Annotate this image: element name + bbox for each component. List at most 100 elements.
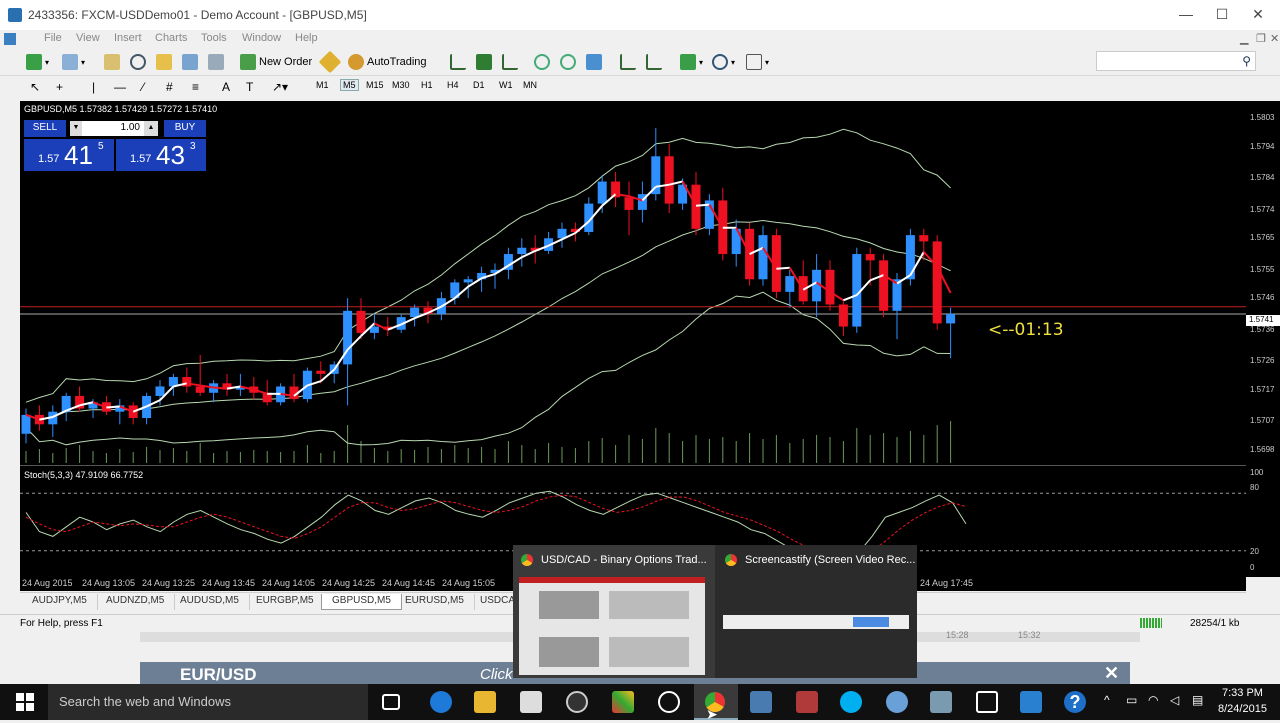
price-chart[interactable]: GBPUSD,M5 1.57382 1.57429 1.57272 1.5741… xyxy=(20,101,1246,465)
dropdown-arrow-icon[interactable]: ▾ xyxy=(765,58,769,67)
network-app-icon[interactable] xyxy=(886,691,908,713)
child-restore-icon[interactable]: ❐ xyxy=(1256,32,1266,45)
sell-button[interactable]: SELL xyxy=(24,120,66,137)
crosshair-icon[interactable]: + xyxy=(56,80,63,94)
computer-icon[interactable] xyxy=(1020,691,1042,713)
dropdown-arrow-icon[interactable]: ▾ xyxy=(699,58,703,67)
store-icon[interactable] xyxy=(520,691,542,713)
price-scale[interactable]: 1.5803 1.5794 1.5784 1.5774 1.5765 1.5755 1.57… xyxy=(1246,101,1280,577)
clock-date[interactable]: 8/24/2015 xyxy=(1218,703,1267,715)
tile-windows-icon[interactable] xyxy=(586,54,602,70)
battery-icon[interactable]: ▭ xyxy=(1126,693,1137,707)
menu-insert[interactable]: Insert xyxy=(114,32,142,44)
tf-m1[interactable]: M1 xyxy=(316,80,329,90)
clock-time[interactable]: 7:33 PM xyxy=(1222,687,1263,699)
buy-button[interactable]: BUY xyxy=(164,120,206,137)
templates-icon[interactable] xyxy=(746,54,762,70)
metaeditor-icon[interactable] xyxy=(318,50,342,74)
tf-h1[interactable]: H1 xyxy=(421,80,433,90)
arrows-icon[interactable]: ↗▾ xyxy=(272,80,288,94)
lot-size-input[interactable]: 1.00 xyxy=(82,121,144,136)
zoom-in-icon[interactable] xyxy=(534,54,550,70)
dropdown-arrow-icon[interactable]: ▾ xyxy=(731,58,735,67)
autoscroll-icon[interactable] xyxy=(646,54,662,70)
new-chart-icon[interactable] xyxy=(26,54,42,70)
task-view-icon[interactable] xyxy=(382,694,400,710)
tf-mn[interactable]: MN xyxy=(523,80,537,90)
device-icon[interactable] xyxy=(976,691,998,713)
start-icon[interactable] xyxy=(16,693,34,711)
tab-audnzd[interactable]: AUDNZD,M5 xyxy=(96,594,176,610)
candlestick-icon[interactable] xyxy=(476,54,492,70)
notifications-icon[interactable]: ▤ xyxy=(1192,693,1203,707)
wifi-icon[interactable]: ◠ xyxy=(1148,693,1158,707)
app-icon[interactable] xyxy=(612,691,634,713)
bid-price-box[interactable]: 1.57 41 5 xyxy=(24,139,114,171)
thumbnail-screencastify[interactable]: Screencastify (Screen Video Rec... xyxy=(715,545,917,678)
periods-icon[interactable] xyxy=(712,54,728,70)
navigator-icon[interactable] xyxy=(156,54,172,70)
terminal-icon[interactable] xyxy=(182,54,198,70)
taskbar-search-box[interactable]: Search the web and Windows xyxy=(48,684,368,720)
dropdown-arrow-icon[interactable]: ▾ xyxy=(81,58,85,67)
tab-eurgbp[interactable]: EURGBP,M5 xyxy=(246,594,325,610)
thumbnail-binary-options[interactable]: USD/CAD - Binary Options Trad... xyxy=(513,545,715,678)
minimize-button[interactable]: — xyxy=(1176,6,1196,22)
volume-icon[interactable]: ◁ xyxy=(1170,693,1179,707)
profiles-icon[interactable] xyxy=(62,54,78,70)
help-icon[interactable]: ? xyxy=(1064,691,1086,713)
bar-chart-icon[interactable] xyxy=(450,54,466,70)
tf-m30[interactable]: M30 xyxy=(392,80,410,90)
tf-m5[interactable]: M5 xyxy=(340,79,359,91)
chart-shift-icon[interactable] xyxy=(620,54,636,70)
menu-tools[interactable]: Tools xyxy=(201,32,227,44)
child-close-icon[interactable]: ✕ xyxy=(1270,32,1279,45)
file-explorer-icon[interactable] xyxy=(474,691,496,713)
tf-w1[interactable]: W1 xyxy=(499,80,513,90)
text-label-icon[interactable]: T xyxy=(246,80,253,94)
tf-m15[interactable]: M15 xyxy=(366,80,384,90)
channel-icon[interactable]: # xyxy=(166,80,173,94)
tab-gbpusd[interactable]: GBPUSD,M5 xyxy=(321,594,402,610)
maximize-button[interactable]: ☐ xyxy=(1212,6,1232,23)
lot-decrease-icon[interactable]: ▼ xyxy=(70,121,82,136)
autotrading-button[interactable]: AutoTrading xyxy=(348,53,427,71)
dropdown-arrow-icon[interactable]: ▾ xyxy=(45,58,49,67)
tab-eurusd[interactable]: EURUSD,M5 xyxy=(395,594,475,610)
fibonacci-icon[interactable]: ≡ xyxy=(192,80,199,94)
data-window-icon[interactable] xyxy=(130,54,146,70)
close-window-button[interactable]: ✕ xyxy=(1248,6,1268,23)
tools-icon[interactable] xyxy=(930,691,952,713)
search-icon[interactable]: ⚲ xyxy=(1242,54,1251,68)
tf-d1[interactable]: D1 xyxy=(473,80,485,90)
edge-icon[interactable] xyxy=(430,691,452,713)
media-icon[interactable] xyxy=(566,691,588,713)
text-tool-icon[interactable]: A xyxy=(222,80,230,94)
menu-window[interactable]: Window xyxy=(242,32,281,44)
zoom-out-icon[interactable] xyxy=(560,54,576,70)
menu-help[interactable]: Help xyxy=(295,32,318,44)
lot-increase-icon[interactable]: ▲ xyxy=(144,121,158,136)
cursor-icon[interactable]: ↖ xyxy=(30,80,40,94)
menu-charts[interactable]: Charts xyxy=(155,32,187,44)
market-watch-icon[interactable] xyxy=(104,54,120,70)
new-order-button[interactable]: New Order xyxy=(240,53,312,71)
indicators-icon[interactable] xyxy=(680,54,696,70)
tray-chevron-icon[interactable]: ^ xyxy=(1104,693,1110,707)
menu-file[interactable]: File xyxy=(44,32,62,44)
horizontal-line-icon[interactable]: — xyxy=(114,80,126,94)
tab-audjpy[interactable]: AUDJPY,M5 xyxy=(22,594,98,610)
strategy-tester-icon[interactable] xyxy=(208,54,224,70)
close-icon[interactable]: ✕ xyxy=(1104,663,1119,684)
trendline-icon[interactable]: ⁄ xyxy=(142,80,144,94)
ask-price-box[interactable]: 1.57 43 3 xyxy=(116,139,206,171)
recorder-icon[interactable] xyxy=(796,691,818,713)
vertical-line-icon[interactable]: | xyxy=(92,80,95,94)
child-minimize-icon[interactable]: ▁ xyxy=(1240,32,1248,45)
metatrader-icon[interactable] xyxy=(750,691,772,713)
tab-audusd[interactable]: AUDUSD,M5 xyxy=(170,594,250,610)
hp-icon[interactable] xyxy=(658,691,680,713)
menu-view[interactable]: View xyxy=(76,32,100,44)
line-chart-icon[interactable] xyxy=(502,54,518,70)
search-input[interactable]: ⚲ xyxy=(1096,51,1256,71)
